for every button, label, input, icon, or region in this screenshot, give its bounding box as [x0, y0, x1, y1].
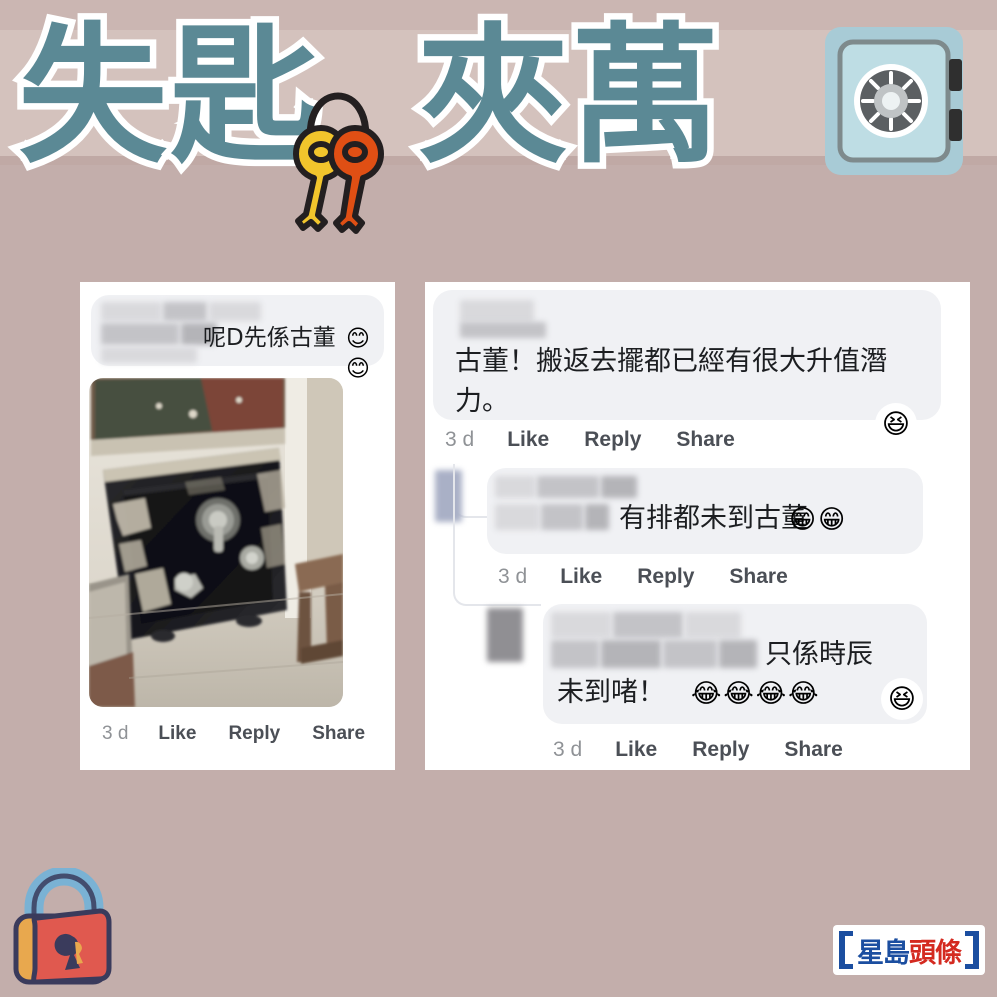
reply-button[interactable]: Reply — [584, 428, 641, 452]
comment-emojis: 😊😊 — [346, 325, 372, 381]
comment-text: 呢D先係古董 — [203, 325, 336, 351]
poster-canvas: 失匙 夾萬 呢D先係古董 😊😊 3 d Like Reply Share 古董！… — [0, 0, 997, 997]
share-button[interactable]: Share — [784, 738, 842, 762]
comment-actions: 3 d Like Reply Share — [445, 428, 735, 452]
facebook-comment-screenshot-left: 呢D先係古董 😊😊 3 d Like Reply Share — [80, 282, 395, 770]
reply-button[interactable]: Reply — [228, 723, 280, 745]
redacted-author-name — [101, 302, 161, 321]
redacted-author-name — [601, 476, 637, 498]
attached-photo-antique-safe[interactable] — [89, 378, 343, 707]
comment-actions: 3 d Like Reply Share — [102, 723, 365, 745]
comment-emojis: 😂😂😂😂 — [691, 678, 821, 708]
share-button[interactable]: Share — [729, 565, 787, 589]
comment-text-line-1: 只係時辰 — [765, 639, 873, 670]
comment-text-line-2: 未到啫！ — [557, 677, 665, 708]
redacted-author-name — [460, 322, 546, 338]
redacted-author-name — [541, 504, 583, 530]
like-button[interactable]: Like — [615, 738, 657, 762]
headline-char-3: 夾 — [412, 4, 575, 191]
timestamp: 3 d — [553, 738, 583, 761]
reply-button[interactable]: Reply — [637, 565, 694, 589]
redacted-author-name — [163, 302, 207, 321]
redacted-author-name — [460, 300, 534, 322]
headline-char-4: 萬 — [564, 4, 727, 191]
sing-tao-headline-logo: 星島 頭條 — [833, 925, 985, 975]
reaction-badge-haha[interactable]: 😆 — [883, 680, 921, 718]
redacted-author-name — [551, 612, 611, 638]
redacted-author-name — [719, 640, 757, 668]
logo-text-red: 頭條 — [909, 937, 962, 969]
like-button[interactable]: Like — [560, 565, 602, 589]
redacted-avatar — [487, 608, 523, 662]
redacted-author-name — [101, 323, 179, 345]
timestamp: 3 d — [445, 428, 475, 451]
keys-icon — [293, 92, 384, 234]
share-button[interactable]: Share — [312, 723, 365, 745]
timestamp: 3 d — [102, 723, 129, 744]
redacted-author-name — [685, 612, 741, 638]
comment-text: 古董！搬返去擺都已經有很大升值潛力。 — [455, 346, 887, 417]
comment-actions: 3 d Like Reply Share — [498, 565, 788, 589]
reaction-badge-haha[interactable]: 😆 — [877, 405, 915, 443]
reaction-emoji: 😆 — [881, 409, 911, 439]
headline-char-1: 失 — [11, 4, 174, 191]
redacted-author-name — [551, 640, 599, 668]
comment-actions: 3 d Like Reply Share — [553, 738, 843, 762]
like-button[interactable]: Like — [507, 428, 549, 452]
padlock-icon — [13, 868, 112, 985]
redacted-author-name — [663, 640, 717, 668]
safe-icon — [825, 27, 963, 175]
logo-text-blue: 星島 — [857, 937, 910, 969]
redacted-author-name — [601, 640, 661, 668]
like-button[interactable]: Like — [158, 723, 196, 745]
redacted-author-name — [537, 476, 599, 498]
share-button[interactable]: Share — [676, 428, 734, 452]
redacted-author-name — [613, 612, 683, 638]
comment-emojis: 😁😁 — [789, 504, 848, 534]
comment-text: 有排都未到古董 — [619, 503, 808, 534]
reply-button[interactable]: Reply — [692, 738, 749, 762]
comment-bubble: 只係時辰 未到啫！ 😂😂😂😂 — [543, 604, 927, 724]
redacted-author-name — [101, 347, 197, 363]
comment-bubble: 有排都未到古董 😁😁 — [487, 468, 923, 554]
reaction-emoji: 😆 — [887, 684, 917, 714]
thread-connector — [453, 464, 541, 606]
comment-bubble: 古董！搬返去擺都已經有很大升值潛力。 — [433, 290, 941, 420]
redacted-author-name — [585, 504, 609, 530]
redacted-author-name — [209, 302, 261, 321]
comment-bubble: 呢D先係古董 😊😊 — [91, 295, 384, 381]
facebook-comment-screenshot-right: 古董！搬返去擺都已經有很大升值潛力。 😆 3 d Like Reply Shar… — [425, 282, 970, 770]
